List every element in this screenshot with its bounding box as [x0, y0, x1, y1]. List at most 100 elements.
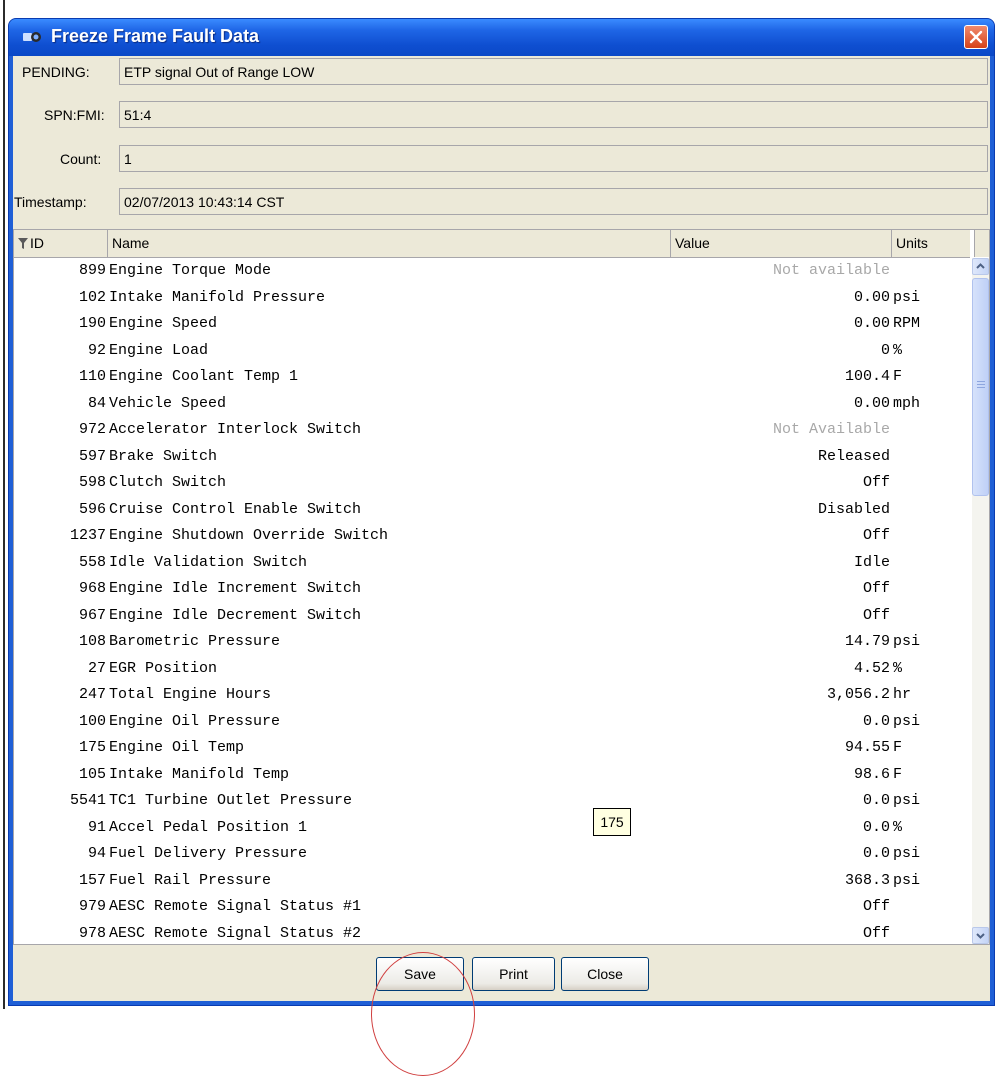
- grip-line: [977, 384, 985, 385]
- cell-id: 979: [78, 898, 106, 915]
- column-header-value[interactable]: Value: [671, 230, 892, 257]
- table-row[interactable]: 175 Engine Oil Temp 94.55 F: [14, 735, 970, 762]
- table-row[interactable]: 108 Barometric Pressure 14.79 psi: [14, 629, 970, 656]
- close-window-button[interactable]: [964, 25, 988, 49]
- table-row[interactable]: 967 Engine Idle Decrement Switch Off: [14, 603, 970, 630]
- close-icon: [969, 30, 983, 44]
- table-row[interactable]: 190 Engine Speed 0.00 RPM: [14, 311, 970, 338]
- close-button[interactable]: Close: [561, 957, 649, 991]
- table-row[interactable]: 100 Engine Oil Pressure 0.0 psi: [14, 709, 970, 736]
- cell-units: psi: [893, 871, 921, 889]
- cell-value: Off: [862, 527, 890, 544]
- spnfmi-value: 51:4: [124, 107, 152, 123]
- cell-name: Engine Coolant Temp 1: [109, 368, 299, 385]
- cell-id: 558: [78, 553, 106, 571]
- cell-name: Engine Idle Increment Switch: [109, 580, 362, 597]
- cell-units: psi: [893, 633, 921, 650]
- filter-icon[interactable]: [18, 238, 28, 249]
- cell-value: Off: [862, 606, 890, 624]
- cell-name: Brake Switch: [109, 447, 218, 465]
- cell-value: 100.4: [844, 368, 890, 385]
- table-row[interactable]: 92 Engine Load 0%: [14, 338, 970, 365]
- cell-units: [892, 497, 974, 524]
- table-row[interactable]: 247 Total Engine Hours 3,056.2 hr: [14, 682, 970, 709]
- vertical-scrollbar[interactable]: [972, 258, 989, 944]
- scroll-up-button[interactable]: [972, 258, 989, 275]
- cell-id: 968: [78, 580, 106, 597]
- cell-value: 14.79: [844, 633, 890, 650]
- annotation-circle: [371, 952, 475, 1076]
- cell-id: 1237: [69, 527, 106, 544]
- cell-units: psi: [893, 288, 921, 306]
- cell-name: AESC Remote Signal Status #1: [109, 898, 362, 915]
- cell-units: mph: [893, 394, 921, 412]
- table-row[interactable]: 94 Fuel Delivery Pressure 0.0 psi: [14, 841, 970, 868]
- cell-value: 98.6: [853, 765, 890, 783]
- cell-name: Vehicle Speed: [109, 394, 227, 412]
- cell-units: [892, 550, 974, 577]
- table-row[interactable]: 596 Cruise Control Enable Switch Disabled: [14, 497, 970, 524]
- table-row[interactable]: 27 EGR Position 4.52%: [14, 656, 970, 683]
- cell-units: [892, 921, 974, 945]
- cell-name: Clutch Switch: [109, 474, 227, 491]
- cell-id: 110: [78, 368, 106, 385]
- table-row[interactable]: 899 Engine Torque Mode Not available: [14, 258, 970, 285]
- cell-value: 3,056.2: [826, 686, 890, 703]
- table-row[interactable]: 105 Intake Manifold Temp 98.6 F: [14, 762, 970, 789]
- count-field[interactable]: 1: [119, 145, 988, 172]
- cell-name: AESC Remote Signal Status #2: [109, 924, 362, 942]
- table-row[interactable]: 102 Intake Manifold Pressure 0.00 psi: [14, 285, 970, 312]
- cell-name: EGR Position: [109, 659, 218, 677]
- table-row[interactable]: 979 AESC Remote Signal Status #1 Off: [14, 894, 970, 921]
- table-row[interactable]: 598 Clutch Switch Off: [14, 470, 970, 497]
- cell-value: 0.0: [862, 845, 890, 862]
- cell-name: Total Engine Hours: [109, 686, 272, 703]
- cell-value: Off: [862, 924, 890, 942]
- timestamp-value: 02/07/2013 10:43:14 CST: [124, 194, 285, 210]
- cell-name: Accelerator Interlock Switch: [109, 421, 362, 438]
- cell-name: Intake Manifold Pressure: [109, 288, 326, 306]
- cell-units: [892, 894, 974, 921]
- cell-units: F: [893, 765, 903, 783]
- title-bar[interactable]: Freeze Frame Fault Data: [9, 19, 994, 56]
- print-button[interactable]: Print: [472, 957, 555, 991]
- cell-id: 102: [78, 288, 106, 306]
- cell-units: [892, 444, 974, 471]
- cell-id: 175: [78, 739, 106, 756]
- table-row[interactable]: 558 Idle Validation Switch Idle: [14, 550, 970, 577]
- cell-value: Idle: [853, 553, 890, 571]
- table-row[interactable]: 84 Vehicle Speed 0.00 mph: [14, 391, 970, 418]
- grip-line: [977, 381, 985, 382]
- table-row[interactable]: 5541 TC1 Turbine Outlet Pressure 0.0 psi: [14, 788, 970, 815]
- cell-name: Intake Manifold Temp: [109, 765, 290, 783]
- column-header-name[interactable]: Name: [108, 230, 671, 257]
- count-label: Count:: [60, 151, 102, 167]
- cell-id: 105: [78, 765, 106, 783]
- scroll-thumb[interactable]: [972, 278, 989, 496]
- cell-name: Accel Pedal Position 1: [109, 818, 308, 836]
- cell-units: %: [893, 659, 903, 677]
- cell-value: 4.52: [853, 659, 890, 677]
- cell-units: [892, 576, 974, 603]
- table-row[interactable]: 978 AESC Remote Signal Status #2 Off: [14, 921, 970, 945]
- table-row[interactable]: 91 Accel Pedal Position 1 0.0%: [14, 815, 970, 842]
- scroll-down-button[interactable]: [972, 927, 989, 944]
- cell-name: Engine Idle Decrement Switch: [109, 606, 362, 624]
- cell-units: [892, 523, 974, 550]
- cell-units: psi: [893, 845, 921, 862]
- cell-units: %: [893, 341, 903, 359]
- window-title: Freeze Frame Fault Data: [51, 26, 260, 46]
- grip-line: [977, 387, 985, 388]
- column-header-units[interactable]: Units: [892, 230, 975, 257]
- table-row[interactable]: 157 Fuel Rail Pressure 368.3 psi: [14, 868, 970, 895]
- timestamp-field[interactable]: 02/07/2013 10:43:14 CST: [119, 188, 988, 215]
- table-row[interactable]: 110 Engine Coolant Temp 1 100.4 F: [14, 364, 970, 391]
- table-row[interactable]: 968 Engine Idle Increment Switch Off: [14, 576, 970, 603]
- timestamp-label: Timestamp:: [14, 194, 87, 210]
- table-row[interactable]: 972 Accelerator Interlock Switch Not Avail…: [14, 417, 970, 444]
- table-row[interactable]: 597 Brake Switch Released: [14, 444, 970, 471]
- table-row[interactable]: 1237 Engine Shutdown Override Switch Off: [14, 523, 970, 550]
- column-header-id[interactable]: ID: [14, 230, 108, 257]
- pending-field[interactable]: ETP signal Out of Range LOW: [119, 58, 988, 85]
- spnfmi-field[interactable]: 51:4: [119, 101, 988, 128]
